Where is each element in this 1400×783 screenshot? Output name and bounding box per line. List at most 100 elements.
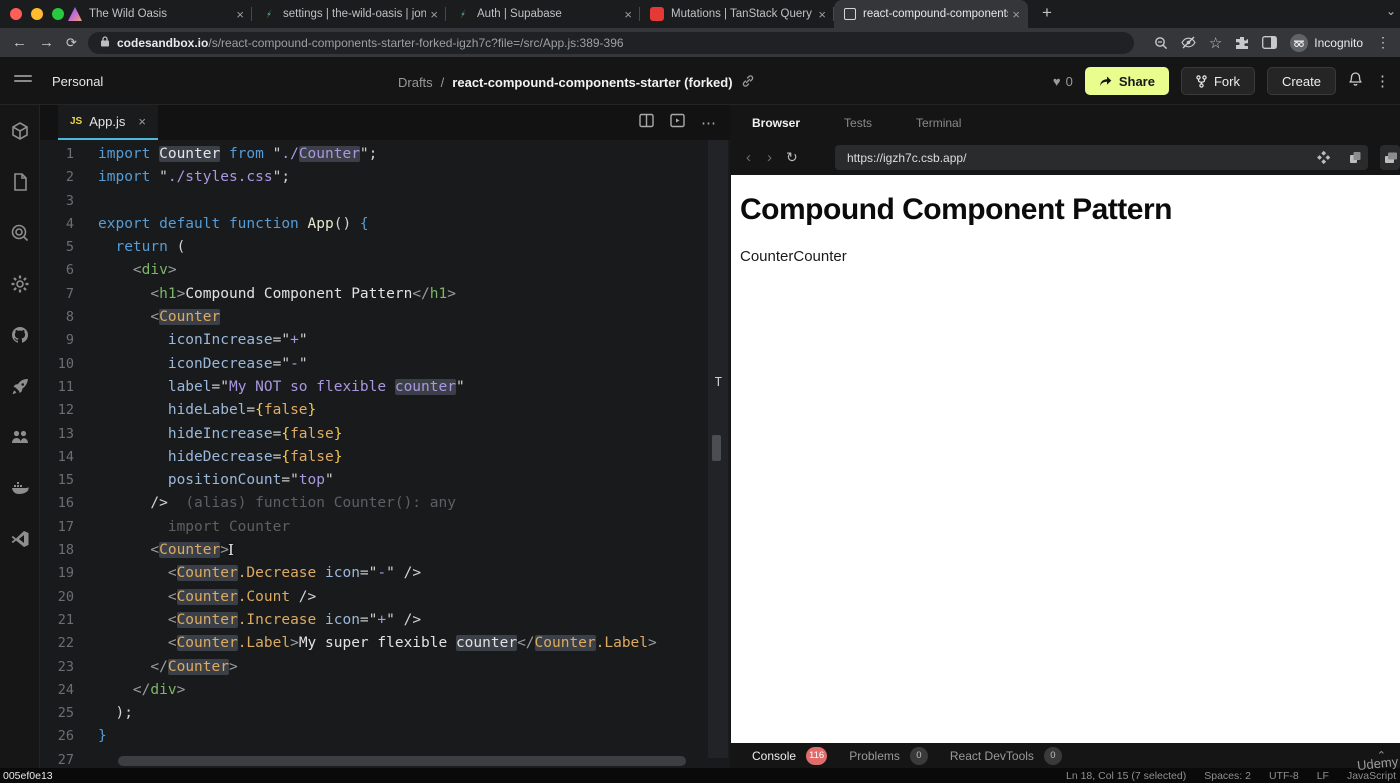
new-tab-button[interactable]: + bbox=[1042, 3, 1052, 23]
code-line[interactable]: 23 </Counter> bbox=[40, 656, 730, 679]
open-in-new-window-icon[interactable] bbox=[1342, 145, 1368, 170]
tab-search-chevron-icon[interactable]: ⌄ bbox=[1386, 4, 1396, 18]
tab-browser[interactable]: Browser bbox=[752, 116, 800, 130]
close-window-button[interactable] bbox=[10, 8, 22, 20]
bookmark-star-icon[interactable]: ☆ bbox=[1209, 34, 1222, 52]
editor-more-actions-icon[interactable]: ⋯ bbox=[701, 114, 716, 132]
address-bar[interactable]: codesandbox.io/s/react-compound-componen… bbox=[88, 32, 1134, 54]
code-line[interactable]: 3 bbox=[40, 190, 730, 213]
live-collaboration-users-icon[interactable] bbox=[0, 411, 40, 462]
tab-close-icon[interactable]: × bbox=[818, 7, 826, 22]
responsive-mode-icon[interactable] bbox=[1310, 145, 1336, 170]
code-line[interactable]: 26} bbox=[40, 725, 730, 748]
code-line[interactable]: 6 <div> bbox=[40, 259, 730, 282]
overlapping-windows-icon[interactable] bbox=[1380, 145, 1400, 170]
search-icon[interactable] bbox=[0, 207, 40, 258]
code-line[interactable]: 21 <Counter.Increase icon="+" /> bbox=[40, 609, 730, 632]
preview-url-field[interactable]: https://igzh7c.csb.app/ bbox=[835, 145, 1363, 170]
code-line[interactable]: 17 import Counter bbox=[40, 516, 730, 539]
extensions-puzzle-icon[interactable] bbox=[1235, 36, 1249, 50]
notifications-bell-icon[interactable] bbox=[1348, 71, 1363, 91]
horizontal-scrollbar[interactable] bbox=[118, 756, 686, 766]
back-button[interactable]: ← bbox=[12, 34, 27, 51]
tab-terminal[interactable]: Terminal bbox=[916, 116, 961, 130]
github-icon[interactable] bbox=[0, 309, 40, 360]
status-eol[interactable]: LF bbox=[1317, 770, 1329, 782]
share-button[interactable]: Share bbox=[1084, 67, 1169, 95]
code-line[interactable]: 1 import Counter from "./Counter"; bbox=[40, 143, 730, 166]
create-button[interactable]: Create bbox=[1266, 67, 1336, 95]
code-line[interactable]: 18 <Counter> bbox=[40, 539, 730, 562]
code-line[interactable]: 22 <Counter.Label>My super flexible coun… bbox=[40, 632, 730, 655]
minimize-window-button[interactable] bbox=[31, 8, 43, 20]
code-line[interactable]: 8 <Counter bbox=[40, 306, 730, 329]
lock-icon[interactable] bbox=[100, 36, 110, 50]
eye-off-icon[interactable] bbox=[1181, 36, 1196, 49]
code-line[interactable]: 10 iconDecrease="-" bbox=[40, 353, 730, 376]
workspace-menu-icon[interactable] bbox=[14, 75, 32, 85]
status-cursor-position[interactable]: Ln 18, Col 15 (7 selected) bbox=[1066, 770, 1186, 782]
split-editor-icon[interactable] bbox=[639, 113, 654, 133]
preview-forward-icon[interactable]: › bbox=[767, 149, 772, 166]
code-area[interactable]: 1 import Counter from "./Counter"; 2 import… bbox=[40, 140, 730, 768]
status-indentation[interactable]: Spaces: 2 bbox=[1204, 770, 1251, 782]
tab-close-icon[interactable]: × bbox=[1012, 7, 1020, 22]
code-line[interactable]: 2 import "./styles.css"; bbox=[40, 166, 730, 189]
editor-overview-ruler[interactable]: T bbox=[708, 140, 728, 758]
zoom-icon[interactable] bbox=[1154, 36, 1168, 50]
project-title[interactable]: react-compound-components-starter (forke… bbox=[452, 75, 732, 90]
vscode-icon[interactable] bbox=[0, 513, 40, 564]
browser-tab[interactable]: Auth | Supabase × bbox=[446, 0, 640, 28]
settings-gear-icon[interactable] bbox=[0, 258, 40, 309]
code-line[interactable]: 11 label="My NOT so flexible counter" bbox=[40, 376, 730, 399]
tab-tests[interactable]: Tests bbox=[844, 116, 872, 130]
status-language[interactable]: JavaScript bbox=[1347, 770, 1396, 782]
browser-tab[interactable]: settings | the-wild-oasis | jona × bbox=[252, 0, 446, 28]
scrollbar-thumb[interactable] bbox=[712, 435, 721, 461]
preview-reload-icon[interactable]: ↻ bbox=[786, 149, 798, 166]
code-line[interactable]: 9 iconIncrease="+" bbox=[40, 329, 730, 352]
open-preview-icon[interactable] bbox=[670, 113, 685, 133]
status-encoding[interactable]: UTF-8 bbox=[1269, 770, 1299, 782]
code-line[interactable]: 14 hideDecrease={false} bbox=[40, 446, 730, 469]
files-icon[interactable] bbox=[0, 156, 40, 207]
tab-close-icon[interactable]: × bbox=[624, 7, 632, 22]
reload-button[interactable]: ⟳ bbox=[66, 35, 77, 51]
code-line[interactable]: 19 <Counter.Decrease icon="-" /> bbox=[40, 562, 730, 585]
browser-tab[interactable]: The Wild Oasis × bbox=[58, 0, 252, 28]
code-line[interactable]: 16 /> (alias) function Counter(): any bbox=[40, 492, 730, 515]
close-tab-icon[interactable]: × bbox=[138, 114, 146, 129]
code-line[interactable]: 24 </div> bbox=[40, 679, 730, 702]
sandbox-cube-icon[interactable] bbox=[0, 105, 40, 156]
side-panel-icon[interactable] bbox=[1262, 36, 1278, 49]
problems-toggle[interactable]: Problems 0 bbox=[849, 746, 928, 765]
likes-counter[interactable]: ♥ 0 bbox=[1053, 74, 1073, 89]
browser-tab[interactable]: Mutations | TanStack Query Do × bbox=[640, 0, 834, 28]
header-more-menu-icon[interactable]: ⋮ bbox=[1375, 72, 1390, 90]
breadcrumb-drafts[interactable]: Drafts bbox=[398, 75, 433, 90]
browser-menu-icon[interactable]: ⋮ bbox=[1376, 34, 1390, 51]
preview-back-icon[interactable]: ‹ bbox=[746, 149, 751, 166]
workspace-name[interactable]: Personal bbox=[52, 74, 103, 89]
code-line[interactable]: 20 <Counter.Count /> bbox=[40, 586, 730, 609]
code-line[interactable]: 4 export default function App() { bbox=[40, 213, 730, 236]
link-icon[interactable] bbox=[741, 74, 755, 91]
code-line[interactable]: 13 hideIncrease={false} bbox=[40, 423, 730, 446]
code-line[interactable]: 15 positionCount="top" bbox=[40, 469, 730, 492]
editor-tab-appjs[interactable]: JS App.js × bbox=[58, 105, 158, 140]
incognito-badge[interactable]: Incognito bbox=[1290, 33, 1363, 52]
code-line[interactable]: 7 <h1>Compound Component Pattern</h1> bbox=[40, 283, 730, 306]
forward-button[interactable]: → bbox=[39, 34, 54, 51]
ruler-cursor-marker: T bbox=[714, 375, 722, 389]
console-toggle[interactable]: Console 116 bbox=[752, 746, 828, 765]
code-line[interactable]: 25 ); bbox=[40, 702, 730, 725]
code-line[interactable]: 5 return ( bbox=[40, 236, 730, 259]
browser-tab[interactable]: react-compound-components × bbox=[834, 0, 1028, 28]
tab-close-icon[interactable]: × bbox=[430, 7, 438, 22]
deployment-rocket-icon[interactable] bbox=[0, 360, 40, 411]
docker-icon[interactable] bbox=[0, 462, 40, 513]
code-line[interactable]: 12 hideLabel={false} bbox=[40, 399, 730, 422]
fork-button[interactable]: Fork bbox=[1180, 67, 1255, 95]
tab-close-icon[interactable]: × bbox=[236, 7, 244, 22]
react-devtools-toggle[interactable]: React DevTools 0 bbox=[950, 746, 1062, 765]
